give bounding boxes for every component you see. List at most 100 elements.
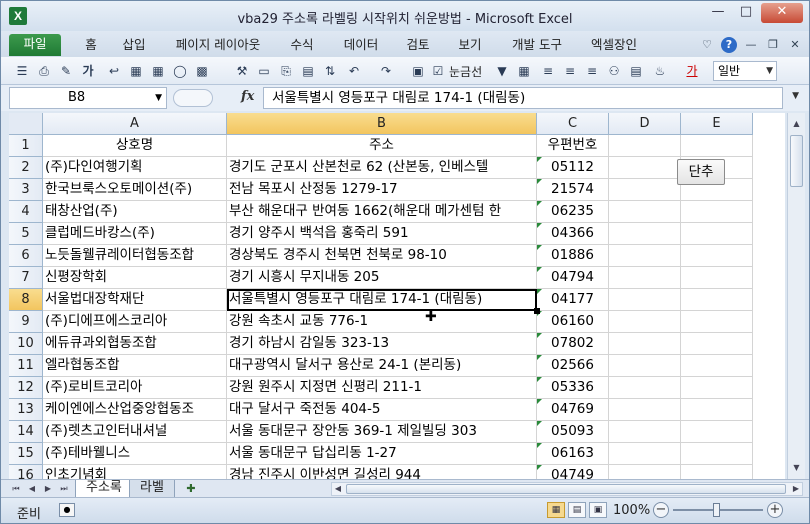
scroll-right-icon[interactable]: ▶	[790, 482, 802, 496]
close-workbook-icon[interactable]: ✕	[787, 37, 803, 53]
restore-workbook-icon[interactable]: ❐	[765, 37, 781, 53]
tab-review[interactable]: 검토	[403, 35, 433, 57]
cell-b3[interactable]: 전남 목포시 산정동 1279-17	[227, 179, 537, 201]
cell-d5[interactable]	[609, 223, 681, 245]
tools-icon[interactable]: ⚒	[233, 62, 251, 80]
filter-icon[interactable]: ▼	[493, 62, 511, 80]
cell-a3[interactable]: 한국브룩스오토메이션(주)	[43, 179, 227, 201]
cell-a1[interactable]: 상호명	[43, 135, 227, 157]
cell-d12[interactable]	[609, 377, 681, 399]
cell-e11[interactable]	[681, 355, 753, 377]
cell-e14[interactable]	[681, 421, 753, 443]
cell-c13[interactable]: 04769	[537, 399, 609, 421]
cell-a7[interactable]: 신평장학회	[43, 267, 227, 289]
borders-icon[interactable]: ▦	[149, 62, 167, 80]
cell-c7[interactable]: 04794	[537, 267, 609, 289]
cell-b16[interactable]: 경남 진주시 이반성면 길성리 944	[227, 465, 537, 479]
cell-a2[interactable]: (주)다인여행기획	[43, 157, 227, 179]
cell-a8[interactable]: 서울법대장학재단	[43, 289, 227, 311]
tab-insert[interactable]: 삽입	[119, 35, 149, 57]
cell-c4[interactable]: 06235	[537, 201, 609, 223]
normal-view-icon[interactable]: ▦	[547, 502, 565, 518]
cell-b5[interactable]: 경기 양주시 백석읍 홍죽리 591	[227, 223, 537, 245]
row-header[interactable]: 8	[9, 289, 43, 311]
cell-d4[interactable]	[609, 201, 681, 223]
cell-a11[interactable]: 엘라협동조합	[43, 355, 227, 377]
tab-data[interactable]: 데이터	[341, 35, 381, 57]
cell-d15[interactable]	[609, 443, 681, 465]
cell-b1[interactable]: 주소	[227, 135, 537, 157]
row-header[interactable]: 11	[9, 355, 43, 377]
zoom-out-icon[interactable]: −	[653, 502, 669, 518]
paste-icon[interactable]: ⎘	[277, 62, 295, 80]
cell-c12[interactable]: 05336	[537, 377, 609, 399]
row-header[interactable]: 4	[9, 201, 43, 223]
cell-d9[interactable]	[609, 311, 681, 333]
align-center-icon[interactable]: ≡	[561, 62, 579, 80]
cell-d1[interactable]	[609, 135, 681, 157]
cell-c1[interactable]: 우편번호	[537, 135, 609, 157]
select-all-corner[interactable]	[9, 113, 43, 135]
wrap-icon[interactable]: ↩	[105, 62, 123, 80]
cell-c6[interactable]: 01886	[537, 245, 609, 267]
row-header[interactable]: 2	[9, 157, 43, 179]
cell-e4[interactable]	[681, 201, 753, 223]
tab-formulas[interactable]: 수식	[287, 35, 317, 57]
tab-excel-master[interactable]: 엑셀장인	[587, 35, 641, 57]
cell-a13[interactable]: 케이엔에스산업중앙협동조	[43, 399, 227, 421]
cell-b15[interactable]: 서울 동대문구 답십리동 1-27	[227, 443, 537, 465]
align-right-icon[interactable]: ≡	[583, 62, 601, 80]
freeze-icon[interactable]: ▦	[515, 62, 533, 80]
row-header[interactable]: 5	[9, 223, 43, 245]
fill-color-icon[interactable]: ♨	[651, 62, 669, 80]
cell-a5[interactable]: 클럽메드바캉스(주)	[43, 223, 227, 245]
column-header-c[interactable]: C	[537, 113, 609, 135]
cell-b6[interactable]: 경상북도 경주시 천북면 천북로 98-10	[227, 245, 537, 267]
font-color-icon[interactable]: 가	[683, 62, 701, 80]
row-header[interactable]: 1	[9, 135, 43, 157]
cell-b2[interactable]: 경기도 군포시 산본천로 62 (산본동, 인베스텔	[227, 157, 537, 179]
zoom-slider-thumb[interactable]	[713, 503, 720, 517]
row-header[interactable]: 3	[9, 179, 43, 201]
cell-b10[interactable]: 경기 하남시 감일동 323-13	[227, 333, 537, 355]
cell-a14[interactable]: (주)렛츠고인터내셔널	[43, 421, 227, 443]
horizontal-scrollbar[interactable]: ◀ ▶	[331, 482, 803, 496]
cell-d3[interactable]	[609, 179, 681, 201]
align-left-icon[interactable]: ≡	[539, 62, 557, 80]
last-sheet-icon[interactable]: ⏭	[57, 481, 71, 496]
paste-values-icon[interactable]: ▤	[299, 62, 317, 80]
macro-record-icon[interactable]: ●	[59, 503, 75, 517]
column-header-a[interactable]: A	[43, 113, 227, 135]
row-header[interactable]: 10	[9, 333, 43, 355]
cell-e7[interactable]	[681, 267, 753, 289]
first-sheet-icon[interactable]: ⏮	[9, 481, 23, 496]
cell-d8[interactable]	[609, 289, 681, 311]
cell-b8[interactable]: 서울특별시 영등포구 대림로 174-1 (대림동)	[227, 289, 537, 311]
column-header-d[interactable]: D	[609, 113, 681, 135]
cell-e5[interactable]	[681, 223, 753, 245]
cell-c3[interactable]: 21574	[537, 179, 609, 201]
chevron-down-icon[interactable]: ▼	[155, 88, 162, 108]
row-header[interactable]: 7	[9, 267, 43, 289]
cell-d10[interactable]	[609, 333, 681, 355]
cell-c10[interactable]: 07802	[537, 333, 609, 355]
cell-e9[interactable]	[681, 311, 753, 333]
minimize-workbook-icon[interactable]: —	[743, 37, 759, 53]
name-box[interactable]: B8 ▼	[9, 87, 167, 109]
cell-b12[interactable]: 강원 원주시 지정면 신평리 211-1	[227, 377, 537, 399]
save-icon[interactable]: ▣	[409, 62, 427, 80]
minimize-icon[interactable]: —	[705, 3, 731, 23]
vertical-scrollbar[interactable]: ▲ ▼	[787, 113, 805, 479]
print-icon[interactable]: ⎙	[35, 62, 53, 80]
cell-c15[interactable]: 06163	[537, 443, 609, 465]
zoom-level[interactable]: 100%	[613, 503, 650, 518]
cell-a10[interactable]: 에듀큐과외협동조합	[43, 333, 227, 355]
align-icon[interactable]: ☰	[13, 62, 31, 80]
page-break-view-icon[interactable]: ▣	[589, 502, 607, 518]
sheet-tab-address-book[interactable]: 주소록	[75, 480, 133, 498]
shortcut-button[interactable]: 단추	[677, 159, 725, 185]
tab-home[interactable]: 홈	[79, 35, 103, 57]
cell-b9[interactable]: 강원 속초시 교동 776-1	[227, 311, 537, 333]
cell-e10[interactable]	[681, 333, 753, 355]
maximize-icon[interactable]: □	[733, 3, 759, 23]
